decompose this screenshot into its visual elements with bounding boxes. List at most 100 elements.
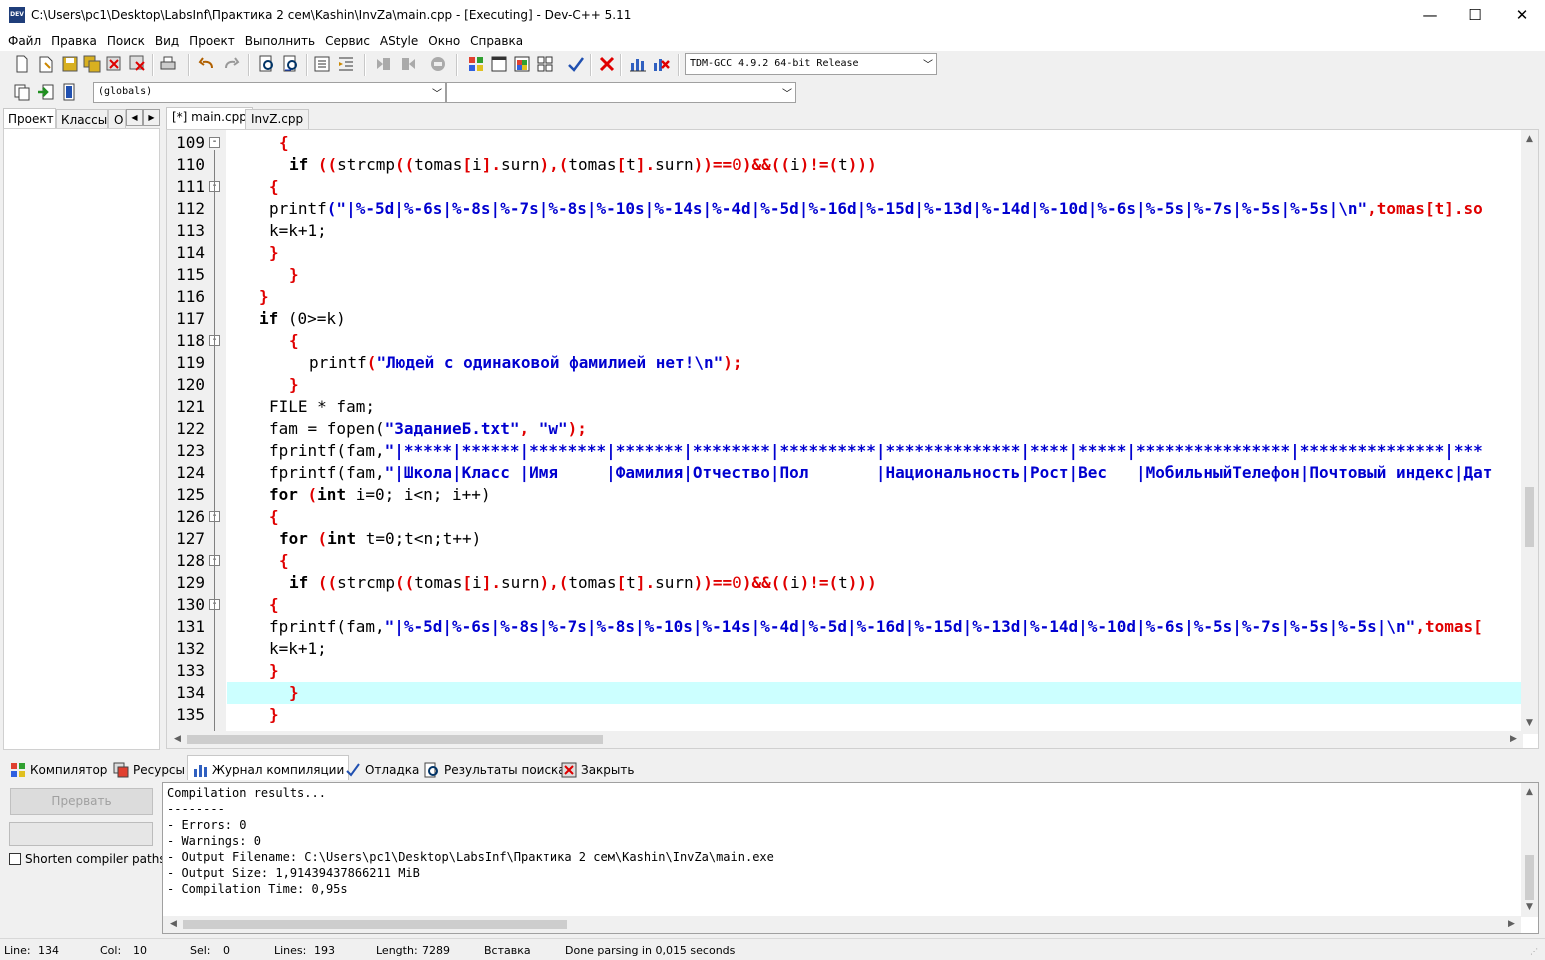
scroll-up-icon[interactable]: ▲ — [1521, 134, 1538, 144]
scroll-thumb[interactable] — [187, 735, 603, 744]
profile-icon[interactable] — [628, 54, 648, 74]
log-line: - Output Filename: C:\Users\pc1\Desktop\… — [167, 850, 774, 864]
unindent-icon[interactable] — [336, 54, 356, 74]
status-length: Length: 7289 — [376, 944, 450, 957]
member-select[interactable]: ﹀ — [446, 82, 796, 103]
find-icon[interactable] — [257, 54, 277, 74]
tab-main-cpp[interactable]: [*] main.cpp — [166, 107, 253, 129]
close-button[interactable]: ✕ — [1499, 0, 1545, 31]
goto-definition-icon[interactable] — [59, 82, 79, 102]
menu-edit[interactable]: Правка — [46, 31, 102, 51]
minimize-button[interactable]: — — [1407, 0, 1453, 31]
tab-scroll-right-icon[interactable]: ▶ — [143, 109, 160, 126]
code-line: if (0>=k) — [259, 309, 346, 328]
scroll-thumb[interactable] — [1525, 855, 1534, 900]
compile-log-output[interactable]: Compilation results... -------- - Errors… — [162, 782, 1539, 934]
maximize-button[interactable]: ☐ — [1452, 0, 1498, 31]
redo-icon[interactable] — [221, 54, 241, 74]
scroll-left-icon[interactable]: ◀ — [165, 919, 182, 929]
menu-execute[interactable]: Выполнить — [240, 31, 320, 51]
stop-execution-icon[interactable] — [597, 54, 617, 74]
scroll-right-icon[interactable]: ▶ — [1503, 919, 1520, 929]
scroll-right-icon[interactable]: ▶ — [1505, 734, 1522, 744]
tab-project[interactable]: Проект — [3, 108, 56, 129]
status-insert-mode: Вставка — [484, 944, 531, 957]
close-all-icon[interactable] — [128, 54, 148, 74]
menu-view[interactable]: Вид — [150, 31, 184, 51]
code-editor[interactable]: 109-110111-112113114115116117118-1191201… — [166, 129, 1539, 749]
menu-window[interactable]: Окно — [423, 31, 465, 51]
toggle-bookmark-icon[interactable] — [374, 54, 394, 74]
print-icon[interactable] — [158, 54, 178, 74]
window-title: C:\Users\pc1\Desktop\LabsInf\Практика 2 … — [31, 8, 632, 22]
tab-invz-cpp[interactable]: InvZ.cpp — [245, 109, 310, 129]
scope-select[interactable]: (globals) ﹀ — [93, 82, 446, 103]
line-number: 117 — [176, 309, 205, 328]
tab-compile-log[interactable]: Журнал компиляции — [187, 755, 350, 780]
goto-bookmark-icon[interactable] — [398, 54, 418, 74]
shorten-paths-checkbox[interactable] — [9, 853, 21, 865]
scroll-down-icon[interactable]: ▼ — [1521, 718, 1538, 728]
menu-file[interactable]: Файл — [3, 31, 46, 51]
line-number: 121 — [176, 397, 205, 416]
rebuild-icon[interactable] — [535, 54, 555, 74]
tab-close[interactable]: Закрыть — [557, 757, 638, 779]
replace-icon[interactable] — [281, 54, 301, 74]
line-number: 123 — [176, 441, 205, 460]
indent-icon[interactable] — [312, 54, 332, 74]
tab-compiler[interactable]: Компилятор — [6, 757, 111, 779]
line-number: 125 — [176, 485, 205, 504]
open-file-icon[interactable] — [36, 54, 56, 74]
chevron-down-icon: ﹀ — [782, 89, 792, 100]
menu-project[interactable]: Проект — [184, 31, 240, 51]
scroll-down-icon[interactable]: ▼ — [1521, 902, 1538, 912]
compile-run-icon[interactable] — [512, 54, 532, 74]
line-number: 124 — [176, 463, 205, 482]
save-icon[interactable] — [60, 54, 80, 74]
goto-line-icon[interactable] — [428, 54, 448, 74]
editor-vertical-scrollbar[interactable]: ▲ ▼ — [1521, 130, 1538, 734]
line-number: 109 — [176, 133, 205, 152]
tab-resources[interactable]: Ресурсы — [109, 757, 189, 779]
tab-classes[interactable]: Классы — [56, 109, 108, 130]
scroll-thumb[interactable] — [183, 920, 567, 929]
fold-toggle-icon[interactable]: - — [209, 137, 220, 148]
menu-astyle[interactable]: AStyle — [375, 31, 423, 51]
chevron-down-icon: ﹀ — [432, 89, 442, 100]
menu-help[interactable]: Справка — [465, 31, 528, 51]
run-icon[interactable] — [489, 54, 509, 74]
compile-icon[interactable] — [466, 54, 486, 74]
goto-declaration-icon[interactable] — [36, 82, 56, 102]
insert-icon[interactable] — [12, 82, 32, 102]
scroll-up-icon[interactable]: ▲ — [1521, 787, 1538, 797]
close-file-icon[interactable] — [104, 54, 124, 74]
log-horizontal-scrollbar[interactable]: ◀ ▶ — [163, 916, 1521, 933]
resize-grip-icon: ⋰ — [1530, 947, 1538, 956]
tab-debug[interactable]: О — [108, 109, 126, 130]
tab-search-results[interactable]: Результаты поиска — [420, 757, 570, 779]
line-number: 134 — [176, 683, 205, 702]
compiler-select[interactable]: TDM-GCC 4.9.2 64-bit Release ﹀ — [685, 53, 937, 75]
scroll-left-icon[interactable]: ◀ — [169, 734, 186, 744]
log-line: Compilation results... — [167, 786, 326, 800]
undo-icon[interactable] — [197, 54, 217, 74]
code-line: } — [289, 375, 299, 394]
tab-debug-bottom[interactable]: Отладка — [341, 757, 423, 779]
menu-search[interactable]: Поиск — [102, 31, 150, 51]
project-panel[interactable] — [3, 128, 160, 750]
save-all-icon[interactable] — [82, 54, 102, 74]
code-line: { — [279, 133, 289, 152]
scroll-thumb[interactable] — [1525, 487, 1534, 547]
log-vertical-scrollbar[interactable]: ▲ ▼ — [1521, 783, 1538, 917]
abort-button[interactable]: Прервать — [10, 788, 153, 815]
code-area[interactable]: { if ((strcmp((tomas[i].surn),(tomas[t].… — [227, 132, 1523, 732]
code-line: fprintf(fam,"|Школа|Класс |Имя |Фамилия|… — [269, 463, 1493, 482]
tab-scroll-left-icon[interactable]: ◀ — [126, 109, 143, 126]
delete-profile-icon[interactable] — [651, 54, 671, 74]
syntax-check-icon[interactable] — [566, 54, 586, 74]
code-line: fam = fopen("ЗаданиеБ.txt", "w"); — [269, 419, 587, 438]
menu-tools[interactable]: Сервис — [320, 31, 375, 51]
new-file-icon[interactable] — [12, 54, 32, 74]
editor-horizontal-scrollbar[interactable]: ◀ ▶ — [167, 731, 1523, 748]
log-line: - Compilation Time: 0,95s — [167, 882, 348, 896]
